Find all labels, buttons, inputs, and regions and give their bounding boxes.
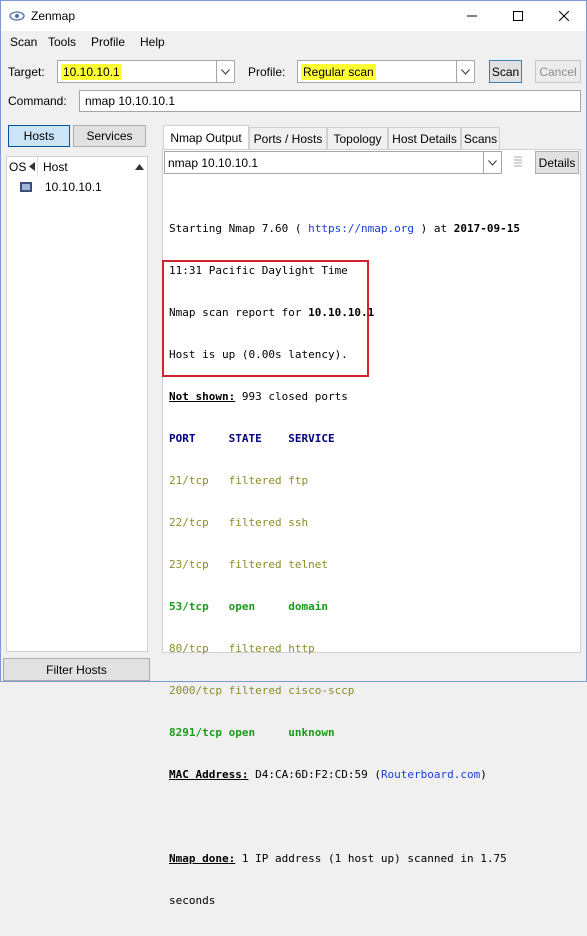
sort-up-icon [135, 164, 144, 170]
zenmap-eye-icon [9, 11, 25, 21]
port-row: 2000/tcp filtered cisco-sccp [169, 684, 355, 697]
menu-help[interactable]: Help [140, 35, 165, 49]
filter-hosts-button[interactable]: Filter Hosts [3, 658, 150, 681]
port-row: 21/tcp filtered ftp [169, 474, 309, 487]
profile-combo[interactable]: Regular scan [297, 60, 475, 83]
tab-nmap-output[interactable]: Nmap Output [163, 125, 249, 150]
output-text: 993 closed ports [235, 390, 348, 403]
port-row: 80/tcp filtered http [169, 642, 315, 655]
header-divider [37, 157, 38, 177]
output-line: Not shown: 993 closed ports [169, 390, 574, 404]
scan-date: 2017-09-15 [453, 222, 521, 235]
col-host-header[interactable]: Host [43, 157, 68, 177]
mac-label: MAC Address: [169, 768, 249, 781]
output-selector-dropdown-button[interactable] [483, 152, 501, 173]
tab-ports-hosts[interactable]: Ports / Hosts [249, 127, 327, 149]
menu-tools[interactable]: Tools [48, 35, 76, 49]
menu-scan[interactable]: Scan [10, 35, 37, 49]
port-row: 8291/tcp open unknown [169, 726, 335, 739]
details-button[interactable]: Details [535, 151, 579, 174]
output-line: seconds [169, 894, 216, 907]
services-toggle-button[interactable]: Services [73, 125, 146, 147]
profile-label: Profile: [248, 65, 286, 79]
tab-topology[interactable]: Topology [327, 127, 388, 149]
output-text: ) at [414, 222, 454, 235]
hosts-toggle-button[interactable]: Hosts [8, 125, 70, 147]
nmap-done-label: Nmap done: [169, 852, 236, 865]
menu-profile[interactable]: Profile [91, 35, 125, 49]
window-title: Zenmap [31, 9, 76, 23]
col-os-label: OS [9, 160, 27, 174]
menu-bar: Scan Tools Profile Help [1, 31, 586, 53]
output-line: Nmap done: 1 IP address (1 host up) scan… [169, 852, 574, 866]
nmap-link[interactable]: https://nmap.org [308, 222, 414, 235]
port-row: 53/tcp open domain [169, 600, 328, 613]
target-value: 10.10.10.1 [61, 64, 122, 80]
title-bar: Zenmap [1, 1, 586, 31]
minimize-button[interactable] [449, 1, 495, 31]
command-input[interactable]: nmap 10.10.10.1 [79, 90, 581, 112]
output-line: MAC Address: D4:CA:6D:F2:CD:59 (Routerbo… [169, 768, 574, 782]
output-blank-line [169, 810, 574, 824]
host-list-panel: OS Host 10.10.10.1 [6, 156, 148, 652]
output-line: Starting Nmap 7.60 ( https://nmap.org ) … [169, 222, 574, 236]
port-row: 22/tcp filtered ssh [169, 516, 309, 529]
chevron-down-icon [488, 159, 497, 166]
output-text: ) [480, 768, 487, 781]
output-scan-selector[interactable]: nmap 10.10.10.1 [164, 151, 502, 174]
ports-header: PORT STATE SERVICE [169, 432, 335, 445]
ports-highlight-box [162, 260, 369, 377]
mac-value: D4:CA:6D:F2:CD:59 ( [248, 768, 381, 781]
cancel-button[interactable]: Cancel [535, 60, 581, 83]
chevron-down-icon [221, 68, 230, 75]
chevron-down-icon [461, 68, 470, 75]
port-row: 23/tcp filtered telnet [169, 558, 328, 571]
profile-dropdown-button[interactable] [456, 61, 474, 82]
maximize-button[interactable] [495, 1, 541, 31]
output-text: 1 IP address (1 host up) scanned in 1.75 [235, 852, 507, 865]
close-button[interactable] [541, 1, 587, 31]
col-host-label: Host [43, 160, 68, 174]
col-os-header[interactable]: OS [9, 157, 26, 177]
mac-vendor: Routerboard.com [380, 768, 481, 781]
host-ip: 10.10.10.1 [45, 180, 102, 194]
output-scan-selector-value: nmap 10.10.10.1 [168, 156, 259, 170]
close-icon [559, 11, 569, 21]
tab-scans[interactable]: Scans [461, 127, 500, 149]
command-label: Command: [8, 94, 67, 108]
zenmap-window: Zenmap Scan Tools Profile Help Target: 1… [0, 0, 587, 907]
grip-icon [514, 156, 522, 167]
target-dropdown-button[interactable] [216, 61, 234, 82]
os-unknown-icon [20, 182, 32, 192]
scan-button[interactable]: Scan [489, 60, 522, 83]
output-text: Starting Nmap 7.60 ( [169, 222, 309, 235]
minimize-icon [467, 15, 477, 17]
tab-host-details[interactable]: Host Details [388, 127, 461, 149]
not-shown-label: Not shown: [169, 390, 236, 403]
sort-left-icon [29, 162, 35, 171]
maximize-icon [513, 11, 523, 21]
host-row[interactable]: 10.10.10.1 [7, 177, 147, 197]
target-combo[interactable]: 10.10.10.1 [57, 60, 235, 83]
command-value: nmap 10.10.10.1 [85, 94, 176, 108]
target-label: Target: [8, 65, 45, 79]
profile-value: Regular scan [301, 64, 376, 80]
